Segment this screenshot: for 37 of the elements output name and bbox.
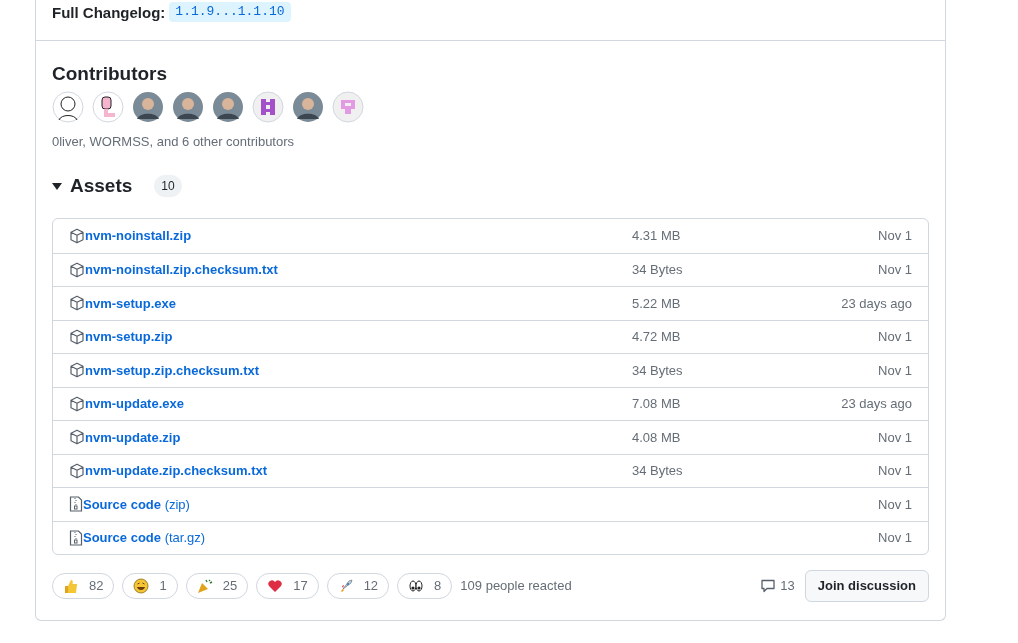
file-size: 34 Bytes bbox=[632, 261, 684, 279]
upload-date: Nov 1 bbox=[877, 261, 912, 279]
asset-link[interactable]: Source code (zip) bbox=[83, 494, 190, 514]
asset-link[interactable]: nvm-setup.exe bbox=[85, 293, 177, 313]
file-size: 4.72 MB bbox=[632, 328, 682, 346]
upload-date: Nov 1 bbox=[877, 328, 912, 346]
upload-date: Nov 1 bbox=[877, 529, 912, 547]
count-badge: 10 bbox=[154, 174, 182, 197]
join-discussion-button[interactable]: Join discussion bbox=[804, 570, 929, 602]
section-heading: Contributors bbox=[52, 62, 169, 86]
asset-link[interactable]: nvm-update.zip bbox=[85, 427, 181, 447]
asset-link[interactable]: nvm-noinstall.zip.checksum.txt bbox=[85, 260, 278, 280]
asset-link[interactable]: nvm-noinstall.zip bbox=[85, 226, 192, 246]
upload-date: Nov 1 bbox=[877, 495, 912, 514]
asset-link[interactable]: nvm-update.exe bbox=[85, 394, 184, 414]
upload-date: Nov 1 bbox=[877, 361, 912, 380]
upload-date: Nov 1 bbox=[877, 462, 912, 480]
changelog-link[interactable]: 1.1.9...1.1.10 bbox=[169, 2, 291, 22]
upload-date: 23 days ago bbox=[840, 294, 912, 313]
file-size: 7.08 MB bbox=[632, 395, 682, 413]
asset-link[interactable]: nvm-setup.zip bbox=[85, 327, 173, 347]
file-size: 34 Bytes bbox=[632, 462, 684, 480]
upload-date: Nov 1 bbox=[877, 428, 912, 447]
asset-link[interactable]: nvm-update.zip.checksum.txt bbox=[85, 461, 268, 481]
file-size: 4.31 MB bbox=[632, 227, 682, 245]
comment-count: 13 bbox=[780, 577, 795, 596]
upload-date: 23 days ago bbox=[840, 395, 912, 413]
file-size: 34 Bytes bbox=[632, 361, 684, 380]
file-size: 5.22 MB bbox=[632, 294, 682, 313]
assets-toggle[interactable]: Assets bbox=[52, 171, 133, 200]
asset-link[interactable]: Source code (tar.gz) bbox=[83, 528, 206, 548]
asset-link[interactable]: nvm-setup.zip.checksum.txt bbox=[85, 360, 260, 380]
file-size: 4.08 MB bbox=[632, 428, 682, 447]
upload-date: Nov 1 bbox=[877, 227, 912, 245]
reaction-summary: 109 people reacted bbox=[460, 577, 572, 596]
changelog-label: Full Changelog: bbox=[52, 3, 166, 23]
contributors-summary: 0liver, WORMSS, and 6 other contributors bbox=[52, 133, 296, 151]
